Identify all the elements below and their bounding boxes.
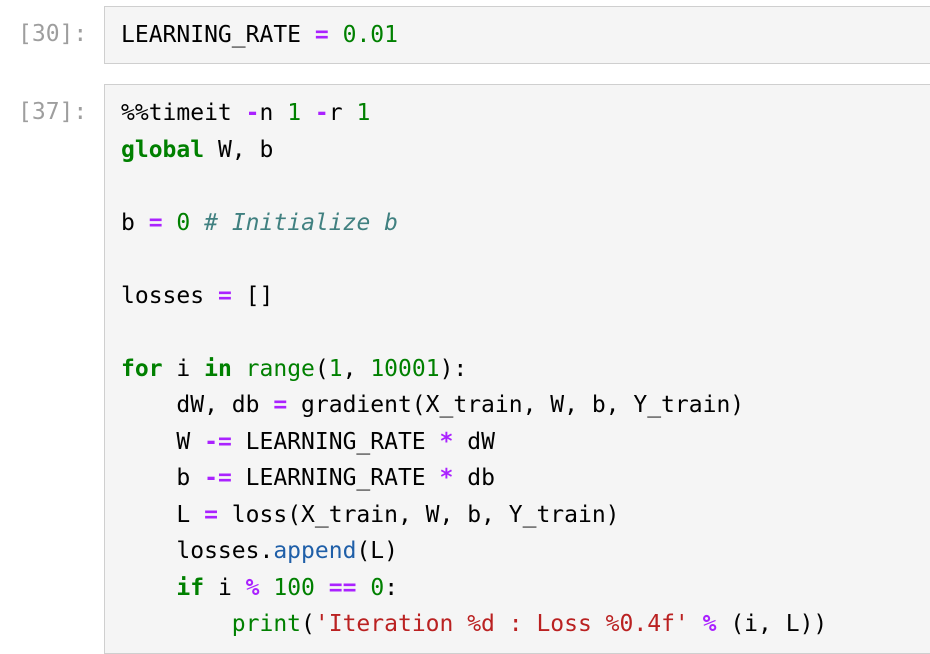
code-token-kw: global — [121, 136, 205, 163]
code-token-op: = — [217, 282, 232, 309]
code-line: global W, b — [121, 132, 827, 169]
code-token-plain: %%timeit — [121, 100, 246, 126]
code-token-bi: print — [231, 611, 302, 637]
code-editor[interactable]: %%timeit -n 1 -r 1global W, b​b = 0 # In… — [104, 84, 930, 654]
code-line: for i in range(1, 10001): — [121, 351, 827, 388]
code-line: %%timeit -n 1 -r 1 — [121, 95, 827, 132]
code-token-plain: [] — [231, 282, 274, 309]
code-token-num: 1 — [328, 355, 343, 382]
code-token-num: 100 — [273, 574, 315, 601]
code-token-plain: LEARNING_RATE — [121, 22, 315, 48]
code-line: L = loss(X_train, W, b, Y_train) — [121, 497, 827, 534]
code-token-num: 0.01 — [342, 22, 398, 48]
code-token-num: 0 — [176, 209, 191, 236]
code-token-plain: (L) — [356, 538, 398, 564]
code-token-plain: db — [453, 465, 495, 491]
code-token-cm: # Initialize b — [204, 209, 399, 236]
code-token-plain: LEARNING_RATE — [231, 428, 440, 455]
code-token-op: = — [148, 209, 163, 236]
code-editor[interactable]: LEARNING_RATE = 0.01 — [104, 6, 930, 64]
code-token-plain: L — [121, 501, 205, 528]
code-token-plain: , — [342, 355, 371, 382]
code-token-plain: gradient(X_train, W, b, Y_train) — [287, 392, 745, 418]
code-token-op: == — [328, 574, 357, 601]
code-token-plain: loss(X_train, W, b, Y_train) — [217, 501, 620, 528]
code-line: if i % 100 == 0: — [121, 570, 827, 607]
code-token-plain: dW — [453, 428, 495, 455]
code-token-plain: i — [162, 355, 205, 382]
code-token-op: * — [439, 465, 454, 491]
code-token-plain: ( — [314, 355, 329, 382]
code-token-bi: range — [245, 355, 315, 382]
cell-prompt: [30]: — [18, 21, 88, 47]
code-line: losses = [] — [121, 278, 827, 315]
code-token-plain: ): — [439, 355, 468, 382]
code-token-op: = — [204, 501, 218, 528]
code-token-num: 1 — [287, 100, 302, 126]
code-token-plain: : — [384, 574, 399, 601]
code-token-num: 0 — [370, 574, 385, 601]
code-token-op: % — [245, 574, 260, 601]
code-token-plain: W — [121, 428, 205, 455]
code-token-kw: if — [176, 574, 205, 601]
code-token-kw: in — [204, 355, 232, 382]
code-token-str: 'Iteration %d : Loss %0.4f' — [314, 611, 689, 637]
code-token-op: = — [273, 392, 288, 418]
code-token-num: 10001 — [370, 355, 440, 382]
code-token-attr: append — [273, 538, 357, 564]
code-token-num: 1 — [356, 100, 371, 126]
code-token-plain: b — [121, 209, 149, 236]
code-line: b -= LEARNING_RATE * db — [121, 460, 827, 497]
code-line: losses.append(L) — [121, 533, 827, 570]
notebook-cell-30[interactable]: [30]: LEARNING_RATE = 0.01 — [0, 6, 930, 64]
code-token-op: = — [314, 22, 329, 48]
code-token-op: -= — [204, 428, 232, 455]
code-line: b = 0 # Initialize b — [121, 205, 827, 242]
code-line: ​ — [121, 241, 827, 278]
code-token-plain: ( — [301, 611, 315, 637]
code-token-op: -= — [204, 465, 232, 491]
code-token-plain: (i, L)) — [716, 611, 828, 637]
code-line: W -= LEARNING_RATE * dW — [121, 424, 827, 461]
code-line: print('Iteration %d : Loss %0.4f' % (i, … — [121, 606, 827, 643]
code-token-plain: b — [121, 465, 205, 491]
code-line: dW, db = gradient(X_train, W, b, Y_train… — [121, 387, 827, 424]
code-line: LEARNING_RATE = 0.01 — [121, 17, 398, 54]
code-token-plain: i — [204, 574, 246, 601]
code-token-op: * — [439, 428, 454, 455]
code-token-plain: n — [259, 100, 288, 126]
code-line: ​ — [121, 168, 827, 205]
code-token-op: - — [245, 100, 260, 126]
code-block: LEARNING_RATE = 0.01 — [121, 17, 398, 54]
notebook-cell-37[interactable]: [37]: %%timeit -n 1 -r 1global W, b​b = … — [0, 84, 930, 654]
code-token-op: % — [702, 611, 717, 637]
code-token-plain: losses. — [121, 538, 274, 564]
code-block: %%timeit -n 1 -r 1global W, b​b = 0 # In… — [121, 95, 827, 643]
code-token-op: - — [314, 100, 329, 126]
code-line: ​ — [121, 314, 827, 351]
code-token-plain: W, b — [204, 136, 274, 163]
code-token-plain: r — [328, 100, 357, 126]
code-token-plain: dW, db — [121, 392, 274, 418]
code-token-kw: for — [121, 355, 163, 382]
code-token-plain: LEARNING_RATE — [231, 465, 440, 491]
code-token-plain: losses — [121, 282, 218, 309]
cell-prompt: [37]: — [18, 99, 88, 125]
